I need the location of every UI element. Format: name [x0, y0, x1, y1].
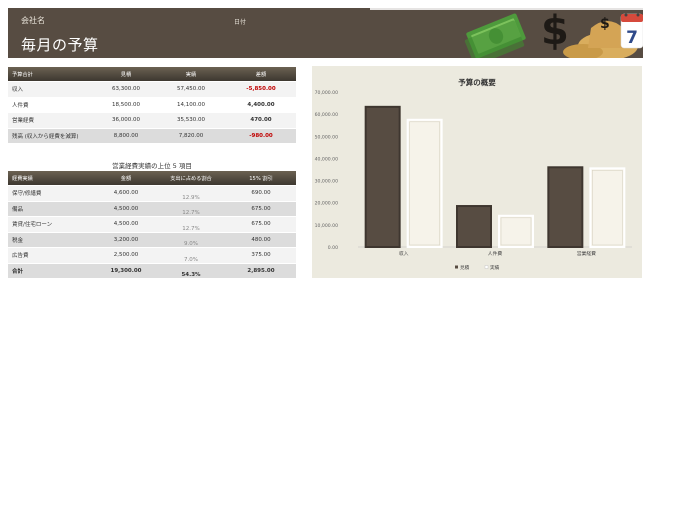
chart-bar — [406, 118, 443, 249]
total-percentage[interactable]: 54.3% — [156, 263, 226, 279]
row-label[interactable]: 残高 (収入から経費を減算) — [8, 128, 96, 144]
money-calendar-illustration: $ $ 7 — [464, 8, 643, 58]
column-header: 実績 — [156, 67, 226, 82]
difference-cell[interactable]: 470.00 — [226, 112, 296, 129]
amount-cell[interactable]: 3,200.00 — [96, 232, 156, 248]
table-header-row: 予算合計 見積 実績 差額 — [8, 67, 296, 82]
y-tick-label: 60,000.00 — [315, 112, 338, 118]
discount-cell[interactable]: 675.00 — [226, 216, 296, 233]
y-tick-label: 70,000.00 — [315, 90, 338, 96]
y-tick-label: 10,000.00 — [315, 223, 338, 229]
actual-cell[interactable]: 7,820.00 — [156, 128, 226, 144]
chart-bar — [547, 166, 584, 248]
x-tick-label: 収入 — [399, 250, 409, 257]
discount-cell[interactable]: 480.00 — [226, 232, 296, 248]
table-header-row: 経費実績 金額 支出に占める割合 15% 割引 — [8, 171, 296, 186]
row-label[interactable]: 人件費 — [8, 97, 96, 113]
expense-section-title: 営業経費実績の上位 5 項目 — [112, 162, 192, 170]
amount-cell[interactable]: 4,600.00 — [96, 185, 156, 202]
calendar-day: 7 — [626, 28, 638, 48]
estimate-cell[interactable]: 63,300.00 — [96, 81, 156, 98]
difference-cell[interactable]: -5,850.00 — [226, 81, 296, 98]
row-label[interactable]: 営業経費 — [8, 112, 96, 129]
discount-cell[interactable]: 375.00 — [226, 247, 296, 264]
chart-bar — [589, 167, 626, 248]
table-row: 収入 63,300.00 57,450.00 -5,850.00 — [8, 81, 296, 98]
estimate-cell[interactable]: 18,500.00 — [96, 97, 156, 113]
table-row: 残高 (収入から経費を減算) 8,800.00 7,820.00 -980.00 — [8, 128, 296, 144]
legend-swatch — [484, 265, 489, 269]
y-tick-label: 50,000.00 — [315, 134, 338, 140]
chart-bar — [364, 105, 401, 249]
table-row: 広告費 2,500.00 7.0% 375.00 — [8, 247, 296, 264]
estimate-cell[interactable]: 36,000.00 — [96, 112, 156, 129]
actual-cell[interactable]: 35,530.00 — [156, 112, 226, 129]
column-header: 経費実績 — [8, 171, 96, 186]
dollar-sign-icon: $ — [541, 8, 569, 54]
actual-cell[interactable]: 14,100.00 — [156, 97, 226, 113]
budget-overview-chart[interactable]: 予算の概要 0.00 10,000.00 20,000.00 30,000.00 40,… — [312, 66, 642, 278]
total-label[interactable]: 合計 — [8, 263, 96, 279]
top-expenses-table: 経費実績 金額 支出に占める割合 15% 割引 保守/修繕費 4,600.00 … — [8, 171, 296, 279]
legend-swatch — [455, 265, 458, 269]
y-tick-label: 20,000.00 — [315, 201, 338, 207]
calendar-icon: 7 — [620, 13, 643, 49]
discount-cell[interactable]: 690.00 — [226, 185, 296, 202]
svg-text:$: $ — [541, 8, 569, 54]
percentage-cell[interactable]: 12.7% — [156, 216, 226, 233]
x-tick-label: 営業経費 — [577, 250, 596, 257]
expense-label[interactable]: 税金 — [8, 232, 96, 248]
difference-cell[interactable]: -980.00 — [226, 128, 296, 144]
amount-cell[interactable]: 2,500.00 — [96, 247, 156, 264]
cash-icon — [464, 13, 526, 58]
percentage-cell[interactable]: 7.0% — [156, 247, 226, 264]
page-title[interactable]: 毎月の予算 — [21, 34, 99, 55]
x-tick-label: 人件費 — [488, 250, 503, 257]
budget-summary-table: 予算合計 見積 実績 差額 収入 63,300.00 57,450.00 -5,… — [8, 67, 296, 144]
header-banner: 会社名 日付 毎月の予算 $ $ 7 — [8, 8, 643, 58]
column-header: 見積 — [96, 67, 156, 82]
percentage-cell[interactable]: 12.9% — [156, 185, 226, 202]
svg-text:$: $ — [600, 16, 610, 32]
expense-label[interactable]: 保守/修繕費 — [8, 185, 96, 202]
date-label[interactable]: 日付 — [234, 17, 246, 26]
y-tick-label: 40,000.00 — [315, 156, 338, 162]
table-row: 人件費 18,500.00 14,100.00 4,400.00 — [8, 97, 296, 113]
discount-cell[interactable]: 675.00 — [226, 201, 296, 217]
total-row: 合計 19,300.00 54.3% 2,895.00 — [8, 263, 296, 279]
difference-cell[interactable]: 4,400.00 — [226, 97, 296, 113]
expense-label[interactable]: 賃貸/住宅ローン — [8, 216, 96, 233]
table-row: 税金 3,200.00 9.0% 480.00 — [8, 232, 296, 248]
column-header: 15% 割引 — [226, 171, 296, 186]
percentage-cell[interactable]: 12.7% — [156, 201, 226, 217]
y-tick-label: 30,000.00 — [315, 179, 338, 185]
company-name[interactable]: 会社名 — [21, 15, 45, 26]
chart-plot: 0.00 10,000.00 20,000.00 30,000.00 40,000.00… — [315, 90, 632, 271]
expense-label[interactable]: 広告費 — [8, 247, 96, 264]
total-amount[interactable]: 19,300.00 — [96, 263, 156, 279]
legend-label: 見積 — [460, 264, 470, 271]
amount-cell[interactable]: 4,500.00 — [96, 201, 156, 217]
total-discount[interactable]: 2,895.00 — [226, 263, 296, 279]
expense-label[interactable]: 備品 — [8, 201, 96, 217]
chart-bar — [456, 205, 492, 249]
column-header: 予算合計 — [8, 67, 96, 82]
column-header: 差額 — [226, 67, 296, 82]
chart-bar — [498, 214, 534, 248]
column-header: 支出に占める割合 — [156, 171, 226, 186]
column-header: 金額 — [96, 171, 156, 186]
amount-cell[interactable]: 4,500.00 — [96, 216, 156, 233]
y-tick-label: 0.00 — [328, 245, 338, 251]
percentage-cell[interactable]: 9.0% — [156, 232, 226, 248]
legend-label: 実績 — [490, 264, 500, 271]
table-row: 保守/修繕費 4,600.00 12.9% 690.00 — [8, 185, 296, 202]
table-row: 賃貸/住宅ローン 4,500.00 12.7% 675.00 — [8, 216, 296, 233]
estimate-cell[interactable]: 8,800.00 — [96, 128, 156, 144]
row-label[interactable]: 収入 — [8, 81, 96, 98]
table-row: 営業経費 36,000.00 35,530.00 470.00 — [8, 112, 296, 129]
actual-cell[interactable]: 57,450.00 — [156, 81, 226, 98]
table-row: 備品 4,500.00 12.7% 675.00 — [8, 201, 296, 217]
